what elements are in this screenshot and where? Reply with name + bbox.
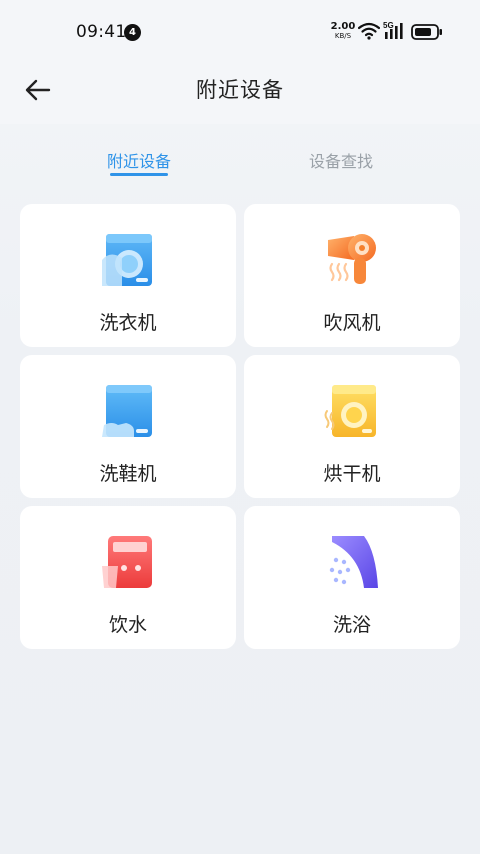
washing-machine-icon [102,234,152,286]
battery-icon [411,24,442,40]
device-label: 烘干机 [323,463,381,485]
dryer-icon [324,385,376,437]
cellular-signal-icon: 5G [383,21,403,39]
device-card-washing-machine[interactable]: 洗衣机 [20,204,236,347]
network-speed-value: 2.00 [330,21,356,32]
device-label: 洗衣机 [99,312,157,334]
device-label: 洗浴 [332,614,371,636]
device-card-shower[interactable]: 洗浴 [244,506,460,649]
device-card-dryer[interactable]: 烘干机 [244,355,460,498]
device-card-water-dispenser[interactable]: 饮水 [20,506,236,649]
device-label: 吹风机 [323,312,381,334]
network-type-label: 5G [383,21,394,30]
shoe-washer-icon [102,385,152,437]
network-speed: 2.00 KB/S [330,22,356,41]
status-bar: 09:41 4 2.00 KB/S 5G [0,0,480,62]
device-card-hair-dryer[interactable]: 吹风机 [244,204,460,347]
device-card-shoe-washer[interactable]: 洗鞋机 [20,355,236,498]
notification-badge: 4 [124,24,141,41]
network-speed-unit: KB/S [334,32,352,40]
device-grid: 洗衣机 吹风机 洗鞋机 烘干机 饮水 洗浴 [20,204,460,649]
tab-bar: 附近设备 设备查找 [0,140,480,180]
page-title: 附近设备 [196,78,284,102]
device-label: 饮水 [108,614,147,636]
app-header: 附近设备 [0,62,480,124]
shower-icon [329,536,378,588]
water-dispenser-icon [102,536,152,588]
tab-active-indicator [110,173,168,176]
status-time: 09:41 [76,22,127,42]
wifi-icon [358,22,380,40]
tab-device-finder[interactable]: 设备查找 [302,148,380,172]
tab-nearby-devices[interactable]: 附近设备 [100,148,178,172]
device-label: 洗鞋机 [99,463,157,485]
hair-dryer-icon [328,234,376,284]
